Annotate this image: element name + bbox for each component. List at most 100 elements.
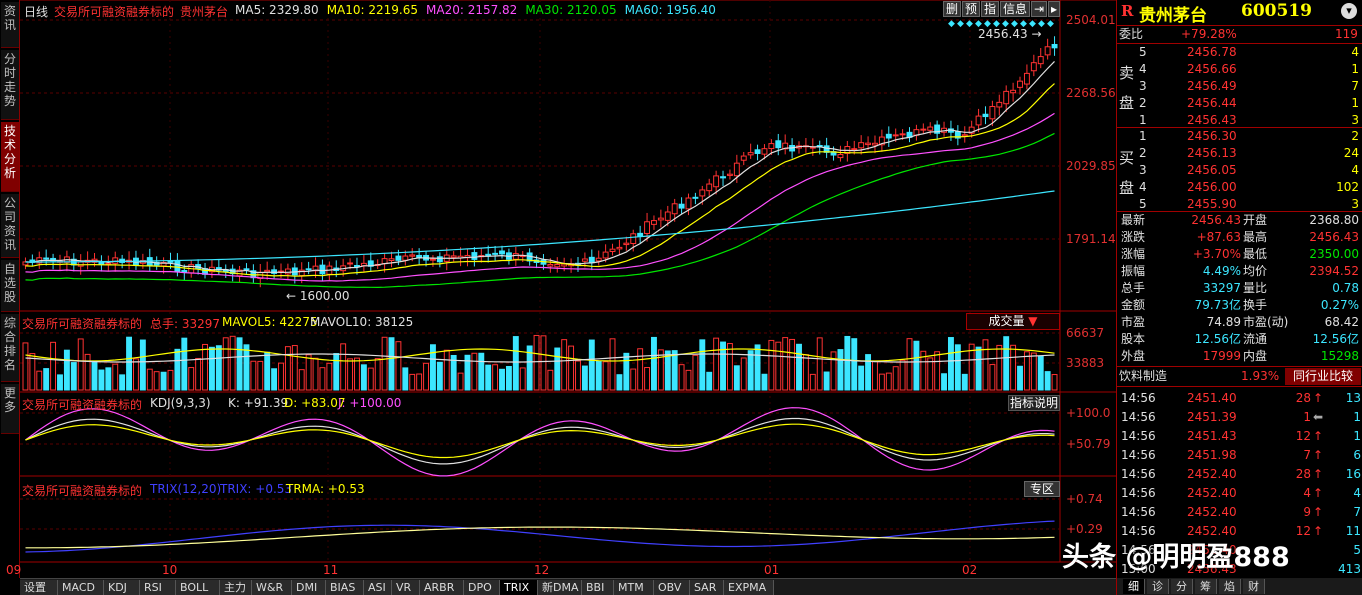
volume-mavol5: MAVOL5: 42275 xyxy=(222,315,318,329)
tick-price: 2451.43 xyxy=(1187,429,1237,443)
volume-bar xyxy=(188,367,195,391)
delete-button[interactable]: 删 xyxy=(943,1,961,17)
event-marker: ◆ xyxy=(957,19,964,29)
stat-value: 4.49% xyxy=(1202,264,1241,278)
sell-side-label: 卖盘 xyxy=(1119,64,1135,112)
quote-tab-0[interactable]: 细 xyxy=(1123,579,1145,594)
volume-bar xyxy=(305,354,312,391)
volume-bar xyxy=(333,353,340,391)
volume-bar xyxy=(485,364,492,391)
volume-bar xyxy=(858,365,865,391)
info-button[interactable]: 信息 xyxy=(1000,1,1030,17)
stat-row: 涨跌 +87.63 最高 2456.43 xyxy=(1117,229,1362,246)
jump-end-button[interactable]: ⇥ xyxy=(1031,1,1047,17)
quote-tab-1[interactable]: 诊 xyxy=(1147,579,1169,594)
volume-bar xyxy=(906,338,913,391)
stat-value: 74.89 xyxy=(1206,315,1241,329)
volume-bar xyxy=(754,344,761,391)
indicator-tab-bias[interactable]: BIAS xyxy=(326,580,364,595)
volume-bar xyxy=(215,345,222,391)
volume-bar xyxy=(989,364,996,391)
indicator-tab-boll[interactable]: BOLL xyxy=(176,580,220,595)
indicator-tab-mtm[interactable]: MTM xyxy=(614,580,654,595)
preview-button[interactable]: 预 xyxy=(962,1,980,17)
candle-body xyxy=(892,134,899,137)
candle-body xyxy=(1030,62,1037,72)
indicator-tab-vr[interactable]: VR xyxy=(392,580,420,595)
volume-bar xyxy=(222,337,229,391)
buy-level-row[interactable]: 2 2456.13 24 xyxy=(1117,145,1362,162)
candle-body xyxy=(982,113,989,118)
indicator-tab-dpo[interactable]: DPO xyxy=(464,580,500,595)
quote-tab-3[interactable]: 筹 xyxy=(1195,579,1217,594)
quote-tab-2[interactable]: 分 xyxy=(1171,579,1193,594)
volume-bar xyxy=(146,368,153,391)
buy-level-row[interactable]: 1 2456.30 2 xyxy=(1117,128,1362,145)
buy-level-row[interactable]: 3 2456.05 4 xyxy=(1117,162,1362,179)
quote-tab-5[interactable]: 财 xyxy=(1243,579,1265,594)
indicator-help-button[interactable]: 指标说明 xyxy=(1008,395,1060,411)
volume-bar xyxy=(602,361,609,391)
volume-bar xyxy=(126,336,133,391)
level-price: 2456.49 xyxy=(1187,79,1237,93)
level-volume: 1 xyxy=(1351,62,1359,76)
ma-legend-item: MA30: 2120.05 xyxy=(525,3,617,17)
indicator-tab-arbr[interactable]: ARBR xyxy=(420,580,464,595)
volume-bar xyxy=(547,369,554,391)
indicator-tab-dmi[interactable]: DMI xyxy=(292,580,326,595)
sell-level-row[interactable]: 2 2456.44 1 xyxy=(1117,95,1362,112)
candle-body xyxy=(706,183,713,192)
level-price: 2456.13 xyxy=(1187,146,1237,160)
candle-body xyxy=(512,253,519,260)
zone-button[interactable]: 专区 xyxy=(1024,481,1060,497)
candle-body xyxy=(1003,90,1010,105)
ma-legend: MA5: 2329.80 MA10: 2219.65 MA20: 2157.82 MA… xyxy=(235,3,724,17)
indicator-tab-expma[interactable]: EXPMA xyxy=(724,580,774,595)
scroll-right-button[interactable]: ▸ xyxy=(1048,1,1060,17)
volume-bar xyxy=(512,336,519,391)
indicator-button[interactable]: 指 xyxy=(981,1,999,17)
volume-bar xyxy=(243,344,250,391)
level-number: 1 xyxy=(1139,129,1147,143)
indicator-tab-settings[interactable]: 设置 xyxy=(20,580,58,595)
stat-row: 振幅 4.49% 均价 2394.52 xyxy=(1117,263,1362,280)
indicator-tab-[interactable]: 主力 xyxy=(220,580,252,595)
tick-count: 4 xyxy=(1353,486,1361,500)
indicator-tab-sar[interactable]: SAR xyxy=(690,580,724,595)
sell-level-row[interactable]: 3 2456.49 7 xyxy=(1117,78,1362,95)
quote-tab-4[interactable]: 焰 xyxy=(1219,579,1241,594)
industry-compare-button[interactable]: 同行业比较 xyxy=(1285,368,1361,385)
volume-bar xyxy=(298,369,305,391)
chevron-down-icon[interactable]: ▾ xyxy=(1341,3,1357,19)
volume-bar xyxy=(816,337,823,391)
indicator-tab-trix[interactable]: TRIX xyxy=(500,580,538,595)
volume-bar xyxy=(36,370,43,391)
price-tick-2: 2268.56 xyxy=(1066,86,1116,100)
stat-label: 振幅 xyxy=(1121,264,1146,278)
volume-bar xyxy=(637,348,644,391)
indicator-tab-obv[interactable]: OBV xyxy=(654,580,690,595)
tick-time: 14:56 xyxy=(1121,486,1156,500)
indicator-tab-bbi[interactable]: BBI xyxy=(582,580,614,595)
indicator-tab-dma[interactable]: 新DMA xyxy=(538,580,582,595)
tick-count: 6 xyxy=(1353,448,1361,462)
trix-value: TRIX: +0.53 xyxy=(220,482,293,496)
candle-body xyxy=(747,152,754,156)
buy-level-row[interactable]: 4 2456.00 102 xyxy=(1117,179,1362,196)
indicator-tab-wr[interactable]: W&R xyxy=(252,580,292,595)
indicator-tab-asi[interactable]: ASI xyxy=(364,580,392,595)
indicator-tab-rsi[interactable]: RSI xyxy=(140,580,176,595)
candle-body xyxy=(429,258,436,261)
tick-price: 2451.39 xyxy=(1187,410,1237,424)
weicha-value: 119 xyxy=(1335,27,1358,41)
indicator-tab-macd[interactable]: MACD xyxy=(58,580,104,595)
sell-level-row[interactable]: 4 2456.66 1 xyxy=(1117,61,1362,78)
ma-legend-item: MA60: 1956.40 xyxy=(624,3,716,17)
stat-label: 涨幅 xyxy=(1121,247,1146,261)
volume-bar xyxy=(181,337,188,391)
candle-body xyxy=(409,254,416,257)
candle-body xyxy=(927,126,934,131)
sell-level-row[interactable]: 5 2456.78 4 xyxy=(1117,44,1362,61)
indicator-tab-kdj[interactable]: KDJ xyxy=(104,580,140,595)
volume-select[interactable]: 成交量 ▼ xyxy=(966,313,1060,330)
